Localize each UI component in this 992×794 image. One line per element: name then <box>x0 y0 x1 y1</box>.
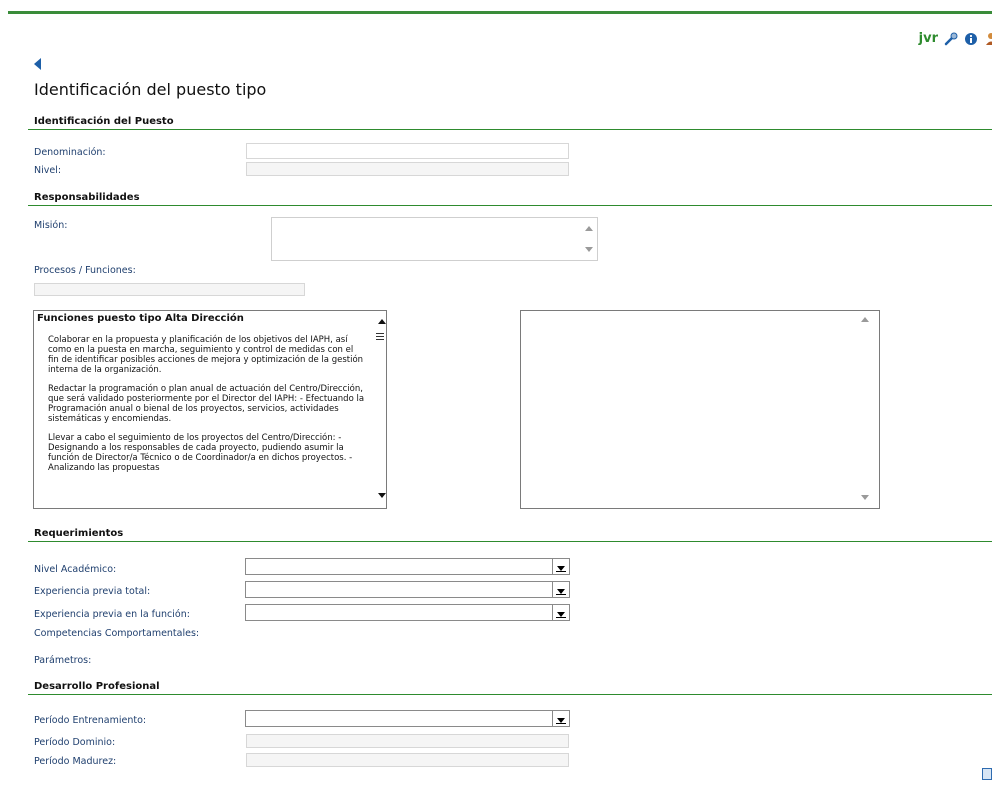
funciones-selected-listbox[interactable] <box>520 310 880 509</box>
scroll-up-icon[interactable] <box>378 319 386 324</box>
funcion-paragraph: Colaborar en la propuesta y planificació… <box>48 335 364 375</box>
wrench-icon[interactable] <box>944 31 958 46</box>
page-title: Identificación del puesto tipo <box>34 80 267 99</box>
section-divider <box>28 541 992 542</box>
scroll-down-icon[interactable] <box>585 247 593 252</box>
experiencia-funcion-label: Experiencia previa en la función: <box>34 609 190 620</box>
dominio-field <box>246 734 569 748</box>
madurez-field <box>246 753 569 767</box>
section-identificacion-title: Identificación del Puesto <box>34 116 174 127</box>
parametros-label: Parámetros: <box>34 655 92 666</box>
section-divider <box>28 694 992 695</box>
list-icon[interactable] <box>376 333 384 342</box>
dominio-label: Período Dominio: <box>34 737 116 748</box>
nivel-academico-select[interactable] <box>245 558 570 575</box>
entrenamiento-label: Período Entrenamiento: <box>34 715 147 726</box>
entrenamiento-select[interactable] <box>245 710 570 727</box>
denominacion-label: Denominación: <box>34 147 106 158</box>
funcion-paragraph: Redactar la programación o plan anual de… <box>48 384 365 424</box>
section-desarrollo-title: Desarrollo Profesional <box>34 681 160 692</box>
denominacion-field[interactable] <box>246 143 569 159</box>
section-responsabilidades-title: Responsabilidades <box>34 192 140 203</box>
chevron-down-icon[interactable] <box>552 559 569 574</box>
section-requerimientos-title: Requerimientos <box>34 528 124 539</box>
chevron-down-icon[interactable] <box>552 605 569 620</box>
experiencia-total-label: Experiencia previa total: <box>34 586 151 597</box>
user-icon[interactable] <box>984 31 992 45</box>
funciones-listbox[interactable]: Funciones puesto tipo Alta Dirección Col… <box>33 310 387 509</box>
nivel-label: Nivel: <box>34 165 62 176</box>
mision-label: Misión: <box>34 220 68 231</box>
user-toolbar: jvr <box>919 28 992 48</box>
top-accent-bar <box>8 11 992 14</box>
chevron-down-icon[interactable] <box>552 711 569 726</box>
section-divider <box>28 129 992 130</box>
save-icon[interactable] <box>982 768 992 780</box>
chevron-down-icon[interactable] <box>552 582 569 597</box>
procesos-label: Procesos / Funciones: <box>34 265 136 276</box>
nivel-field <box>246 162 569 176</box>
madurez-label: Período Madurez: <box>34 756 117 767</box>
funcion-paragraph: Llevar a cabo el seguimiento de los proy… <box>48 433 353 473</box>
experiencia-total-select[interactable] <box>245 581 570 598</box>
scroll-down-icon[interactable] <box>861 495 869 500</box>
scroll-up-icon[interactable] <box>585 226 593 231</box>
funciones-text: Colaborar en la propuesta y planificació… <box>48 335 366 482</box>
section-divider <box>28 205 992 206</box>
mision-textarea[interactable] <box>271 217 598 261</box>
info-icon[interactable] <box>964 31 978 45</box>
procesos-field <box>34 283 305 296</box>
scroll-down-icon[interactable] <box>378 493 386 498</box>
nivel-academico-label: Nivel Académico: <box>34 564 117 575</box>
funciones-title: Funciones puesto tipo Alta Dirección <box>37 313 244 324</box>
scroll-up-icon[interactable] <box>861 317 869 322</box>
username[interactable]: jvr <box>919 31 938 46</box>
competencias-label: Competencias Comportamentales: <box>34 628 200 639</box>
back-arrow-icon[interactable] <box>34 58 41 70</box>
experiencia-funcion-select[interactable] <box>245 604 570 621</box>
